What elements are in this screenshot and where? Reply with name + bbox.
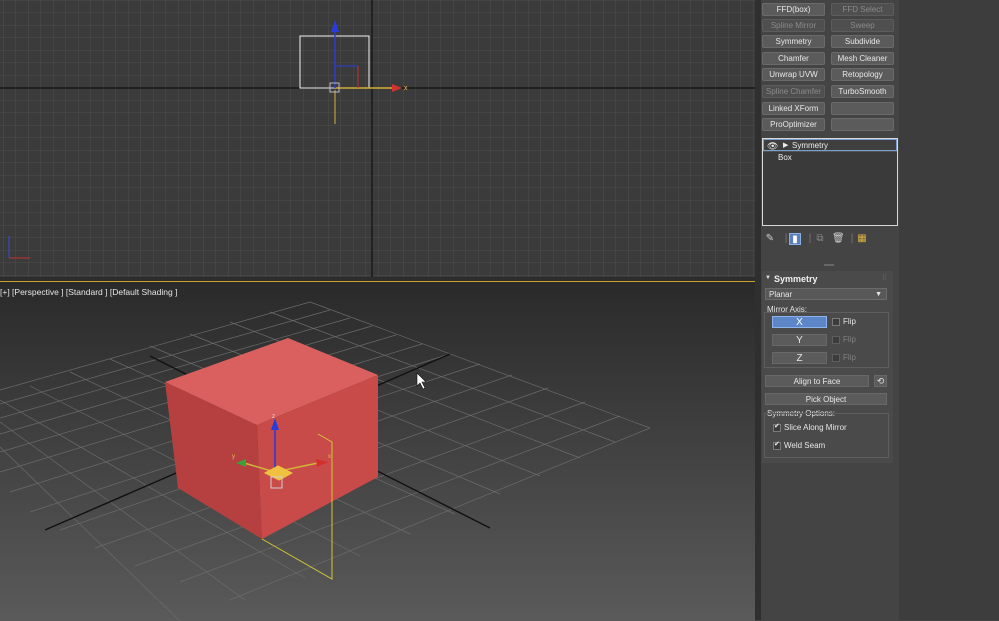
weld-seam-label: Weld Seam [784, 441, 826, 450]
modifier-button-unwrap-uvw[interactable]: Unwrap UVW [762, 68, 825, 81]
flip-z-checkbox[interactable] [832, 354, 840, 362]
mirror-axis-group: X Flip Y Flip Z Flip [764, 312, 889, 368]
flip-x-label: Flip [843, 317, 856, 326]
modifier-button-subdivide[interactable]: Subdivide [831, 35, 894, 48]
show-end-result-icon[interactable]: ▮ [789, 233, 801, 245]
stack-toolbar: ✎ | ▮ | ⧉ 🗑 | ▦ [762, 231, 898, 247]
weld-seam-checkbox[interactable] [773, 440, 781, 450]
chevron-down-icon: ▼ [875, 291, 882, 298]
modifier-button-ffd-select[interactable]: FFD Select [831, 3, 894, 16]
pin-stack-icon[interactable]: ✎ [764, 233, 776, 245]
modifier-button-ffd-box[interactable]: FFD(box) [762, 3, 825, 16]
flip-z-label: Flip [843, 353, 856, 362]
stack-item-box[interactable]: Box [763, 151, 897, 164]
flip-y-label: Flip [843, 335, 856, 344]
top-viewport[interactable]: x [0, 0, 755, 277]
modifier-stack[interactable]: 👁 ▶ Symmetry Box [762, 138, 898, 226]
top-viewport-canvas[interactable]: x [0, 0, 755, 277]
axis-x-button[interactable]: X [772, 316, 827, 328]
modifier-button-symmetry[interactable]: Symmetry [762, 35, 825, 48]
modifier-button-spline-mirror[interactable]: Spline Mirror [762, 19, 825, 32]
mirror-type-dropdown[interactable]: Planar ▼ [765, 288, 887, 300]
flip-x-checkbox[interactable] [832, 318, 840, 326]
modifier-button-sweep[interactable]: Sweep [831, 19, 894, 32]
perspective-viewport-canvas[interactable]: z x y [0, 282, 755, 621]
rollout-grip-icon[interactable]: ⠿ [882, 274, 887, 282]
stack-item-symmetry[interactable]: 👁 ▶ Symmetry [763, 139, 897, 151]
gizmo-x-label: x [404, 85, 408, 92]
pick-object-button[interactable]: Pick Object [765, 393, 887, 405]
rollout-drag-handle[interactable] [824, 264, 834, 266]
command-panel-extension [899, 0, 999, 620]
modifier-button-spline-chamfer[interactable]: Spline Chamfer [762, 85, 825, 98]
make-unique-icon[interactable]: ⧉ [814, 233, 826, 245]
symmetry-rollout: ▼ Symmetry ⠿ Planar ▼ Mirror Axis: X Fli… [762, 271, 893, 463]
rollout-title[interactable]: Symmetry [774, 274, 818, 284]
modifier-button-turbosmooth[interactable]: TurboSmooth [831, 85, 894, 98]
flip-y-checkbox[interactable] [832, 336, 840, 344]
align-to-face-button[interactable]: Align to Face [765, 375, 869, 387]
modifier-button-mesh-cleaner[interactable]: Mesh Cleaner [831, 52, 894, 65]
persp-gizmo-y-label: y [232, 454, 235, 460]
perspective-viewport[interactable]: z x y [+] [Perspective ] [Standard ] [De… [0, 281, 755, 621]
collapse-triangle-icon[interactable]: ▼ [765, 275, 771, 281]
slice-along-mirror-label: Slice Along Mirror [784, 423, 847, 432]
modifier-button-empty-2[interactable] [831, 118, 894, 131]
viewport-label[interactable]: [+] [Perspective ] [Standard ] [Default … [0, 287, 177, 297]
modifier-button-linked-xform[interactable]: Linked XForm [762, 102, 825, 115]
axis-y-button[interactable]: Y [772, 334, 827, 346]
dropdown-value: Planar [769, 290, 793, 299]
modifier-button-prooptimizer[interactable]: ProOptimizer [762, 118, 825, 131]
persp-gizmo-z-label: z [272, 414, 275, 420]
axis-z-button[interactable]: Z [772, 352, 827, 364]
stack-item-label: Box [778, 153, 792, 162]
configure-modifier-sets-icon[interactable]: ▦ [856, 233, 868, 245]
reset-icon[interactable]: ⟲ [874, 375, 887, 387]
modifier-button-empty-1[interactable] [831, 102, 894, 115]
slice-along-mirror-checkbox[interactable] [773, 422, 781, 432]
remove-modifier-icon[interactable]: 🗑 [832, 233, 845, 245]
symmetry-options-group: Slice Along Mirror Weld Seam [764, 413, 889, 458]
persp-gizmo-x-label: x [328, 454, 331, 460]
modifier-button-chamfer[interactable]: Chamfer [762, 52, 825, 65]
modifier-button-retopology[interactable]: Retopology [831, 68, 894, 81]
